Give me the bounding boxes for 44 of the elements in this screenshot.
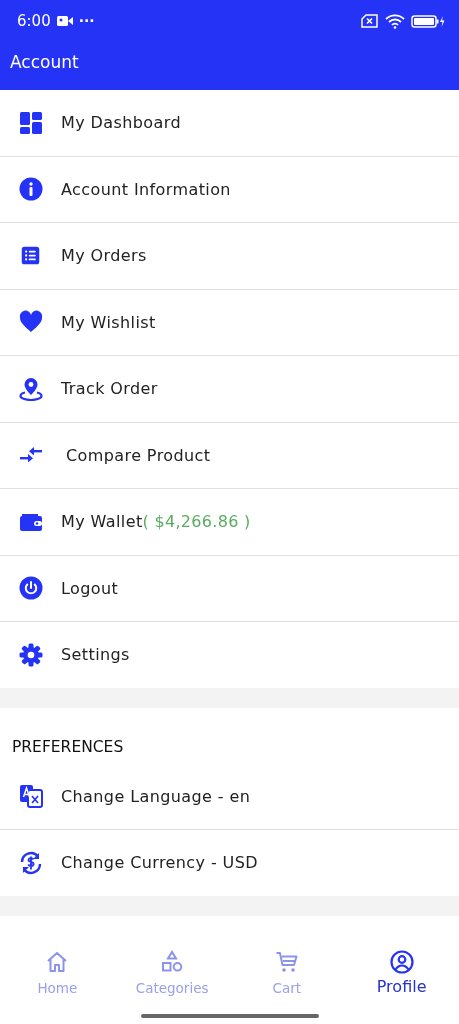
menu-label: Compare Product bbox=[66, 445, 211, 465]
battery-charging-icon bbox=[411, 14, 445, 28]
menu-item[interactable]: Compare Product bbox=[0, 422, 459, 489]
translate-icon bbox=[18, 784, 43, 809]
menu-label: Account Information bbox=[61, 179, 231, 199]
section-heading: PREFERENCES bbox=[11, 736, 125, 758]
settings-icon bbox=[18, 642, 43, 667]
cart-icon bbox=[274, 949, 299, 974]
menu-item[interactable]: My Wallet( $4,266.86 ) bbox=[0, 489, 459, 556]
menu-item[interactable]: Settings bbox=[0, 622, 459, 688]
currency-exchange-icon bbox=[18, 850, 43, 875]
menu-label: My Wishlist bbox=[61, 312, 156, 332]
menu-item[interactable]: My Wishlist bbox=[0, 289, 459, 356]
video-camera-icon bbox=[56, 15, 73, 27]
location-pin-icon bbox=[18, 376, 43, 401]
menu-item[interactable]: Track Order bbox=[0, 356, 459, 423]
power-icon bbox=[18, 576, 43, 601]
heart-icon bbox=[18, 310, 43, 335]
menu-item[interactable]: Change Language - en bbox=[0, 763, 459, 830]
nav-tab[interactable]: Profile bbox=[344, 945, 459, 1016]
wifi-icon bbox=[385, 13, 405, 29]
no-sim-icon bbox=[361, 14, 379, 28]
menu-label: Logout bbox=[61, 578, 119, 598]
dashboard-icon bbox=[18, 110, 43, 135]
status-more: ··· bbox=[78, 13, 95, 29]
menu-item[interactable]: My Orders bbox=[0, 223, 459, 290]
wallet-balance: ( $4,266.86 ) bbox=[142, 512, 251, 532]
shapes-icon bbox=[160, 949, 185, 974]
list-icon bbox=[20, 245, 41, 267]
menu-label: Settings bbox=[61, 645, 130, 665]
menu-label: Track Order bbox=[61, 379, 158, 399]
menu-label: Change Currency - USD bbox=[61, 853, 258, 873]
menu-label: Change Language - en bbox=[61, 786, 251, 806]
menu-label: My Wallet bbox=[61, 512, 143, 532]
menu-item[interactable]: Logout bbox=[0, 555, 459, 622]
profile-icon bbox=[389, 949, 414, 974]
menu-item[interactable]: Account Information bbox=[0, 156, 459, 223]
status-time: 6:00 bbox=[17, 12, 51, 30]
page-title: Account bbox=[9, 51, 80, 72]
menu-item[interactable]: My Dashboard bbox=[0, 90, 459, 157]
info-icon bbox=[18, 177, 43, 202]
menu-item[interactable]: Change Currency - USD bbox=[0, 830, 459, 896]
menu-label: My Dashboard bbox=[61, 113, 181, 133]
menu-label: My Orders bbox=[61, 246, 147, 266]
